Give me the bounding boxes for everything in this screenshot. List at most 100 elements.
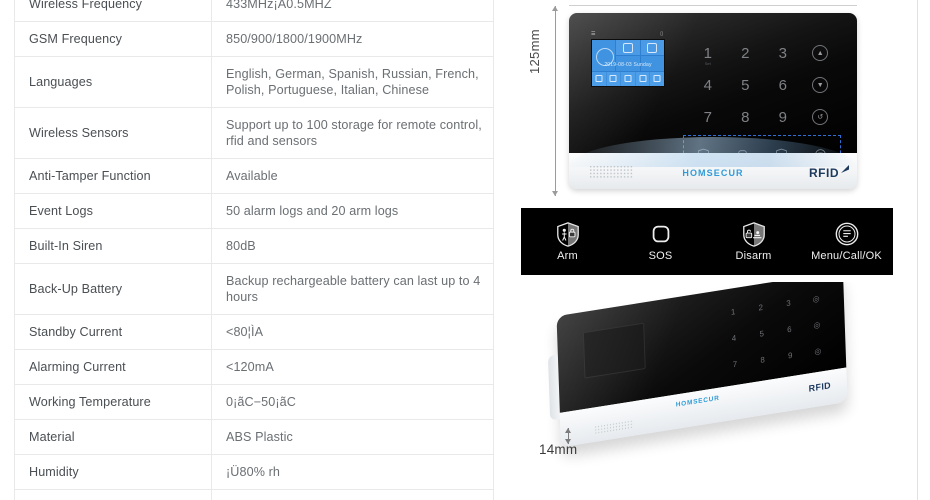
spec-label: Humidity xyxy=(14,454,212,490)
banner-item-arm-label: Arm xyxy=(557,250,578,262)
spec-value: ¡Ü80% rh xyxy=(211,454,494,490)
key-down[interactable]: ▼ xyxy=(802,69,840,101)
spec-value: Support up to 100 storage for remote con… xyxy=(211,107,494,159)
key-6[interactable]: 6 xyxy=(764,69,802,101)
spec-label: External Siren xyxy=(14,489,212,500)
spec-label: Event Logs xyxy=(14,193,212,229)
signal-icon: ☰ xyxy=(591,31,596,37)
banner-item-sos[interactable]: SOS xyxy=(614,221,707,262)
alarm-panel-angled: 1 2 3 ◎ 4 5 6 ◎ 7 8 9 ◎ HOMSECUR RFID xyxy=(547,282,848,448)
spec-value: 80dB xyxy=(211,228,494,264)
banner-item-disarm-label: Disarm xyxy=(735,250,772,262)
key-1-sublabel: Set xyxy=(704,61,711,66)
banner-item-arm[interactable]: Arm xyxy=(521,221,614,262)
key-back-angled[interactable]: ◎ xyxy=(804,335,833,366)
spec-label: Anti-Tamper Function xyxy=(14,158,212,194)
banner-item-menu-label: Menu/Call/OK xyxy=(811,250,882,262)
banner-item-sos-label: SOS xyxy=(648,250,673,262)
key-1[interactable]: 1 Set xyxy=(689,37,727,69)
specification-table-container: Wireless Frequency 433MHz¡À0.5MHZ GSM Freq… xyxy=(14,0,494,500)
dimension-label-thickness: 14mm xyxy=(539,442,578,457)
lcd-shortcut-strip xyxy=(592,72,664,86)
circle-menu-icon xyxy=(835,222,858,246)
product-photo-angled-view: 1 2 3 ◎ 4 5 6 ◎ 7 8 9 ◎ HOMSECUR RFID 14… xyxy=(521,282,893,498)
spec-value: <80¦ÌA xyxy=(211,314,494,350)
alarm-panel-front: ☰ ▯ 2019-08-03 Sunday 1 Set 2 3 ▲ 4 5 6 … xyxy=(569,13,857,189)
spec-value: 50 alarm logs and 20 arm logs xyxy=(211,193,494,229)
lcd-shortcut-call-icon xyxy=(592,72,606,86)
lcd-status-bar: ☰ ▯ xyxy=(591,30,663,38)
table-row: Anti-Tamper Function Available xyxy=(14,158,494,194)
key-2[interactable]: 2 xyxy=(727,37,765,69)
spec-value: Unlimited wireless flash sirens and one … xyxy=(211,489,494,500)
spec-label: Working Temperature xyxy=(14,384,212,420)
banner-item-menu[interactable]: Menu/Call/OK xyxy=(800,221,893,262)
touch-keypad[interactable]: 1 Set 2 3 ▲ 4 5 6 ▼ 7 8 9 ↺ xyxy=(689,37,839,133)
lcd-date-text: 2019-08-03 Sunday xyxy=(604,62,652,68)
key-8[interactable]: 8 xyxy=(727,101,765,133)
spec-value: 850/900/1800/1900MHz xyxy=(211,21,494,57)
touch-keypad-angled[interactable]: 1 2 3 ◎ 4 5 6 ◎ 7 8 9 ◎ xyxy=(719,283,832,379)
rfid-badge-angled: RFID xyxy=(808,380,832,394)
key-5[interactable]: 5 xyxy=(727,69,765,101)
spec-label: Material xyxy=(14,419,212,455)
spec-label: Wireless Sensors xyxy=(14,107,212,159)
key-9-angled[interactable]: 9 xyxy=(776,340,805,371)
table-row: Alarming Current <120mA xyxy=(14,349,494,385)
table-row: Wireless Frequency 433MHz¡À0.5MHZ xyxy=(14,0,494,22)
brand-logo-homsecur-angled: HOMSECUR xyxy=(675,394,720,409)
lcd-screen-angled xyxy=(582,322,646,379)
function-icon-row: Arm SOS Disarm Menu/Call/OK xyxy=(521,208,893,275)
key-up[interactable]: ▲ xyxy=(802,37,840,69)
spec-value: <120mA xyxy=(211,349,494,385)
spec-value: ABS Plastic xyxy=(211,419,494,455)
table-row: GSM Frequency 850/900/1800/1900MHz xyxy=(14,21,494,57)
speaker-grille xyxy=(589,165,633,178)
table-row: Material ABS Plastic xyxy=(14,419,494,455)
key-7[interactable]: 7 xyxy=(689,101,727,133)
table-row: Event Logs 50 alarm logs and 20 arm logs xyxy=(14,193,494,229)
spec-label: Alarming Current xyxy=(14,349,212,385)
table-row: External SirenUnlimited wireless flash s… xyxy=(14,489,494,500)
table-row: Built-In Siren 80dB xyxy=(14,228,494,264)
shield-unlock-icon xyxy=(742,222,765,247)
speaker-grille-angled xyxy=(594,419,634,435)
product-image-column: 125mm ☰ ▯ 2019-08-03 Sunday 1 Set 2 3 ▲ … xyxy=(500,0,917,500)
key-4[interactable]: 4 xyxy=(689,69,727,101)
page-right-rule xyxy=(917,0,918,500)
table-row: Languages English, German, Spanish, Russi… xyxy=(14,56,494,108)
specification-table: Wireless Frequency 433MHz¡À0.5MHZ GSM Freq… xyxy=(14,0,494,500)
lcd-shortcut-lock-icon xyxy=(606,72,621,86)
spec-label: Wireless Frequency xyxy=(14,0,212,22)
dimension-guide-horizontal xyxy=(569,5,857,6)
shield-person-lock-icon xyxy=(556,222,579,247)
key-8-angled[interactable]: 8 xyxy=(748,344,777,375)
banner-item-disarm[interactable]: Disarm xyxy=(707,221,800,262)
function-icon-banner: Arm SOS Disarm Menu/Call/OK xyxy=(521,208,893,275)
key-back[interactable]: ↺ xyxy=(802,101,840,133)
lcd-shortcut-unlock-icon xyxy=(635,72,650,86)
spec-label: Built-In Siren xyxy=(14,228,212,264)
spec-label: Languages xyxy=(14,56,212,108)
lcd-away-tile xyxy=(640,40,664,55)
product-photo-front-view: 125mm ☰ ▯ 2019-08-03 Sunday 1 Set 2 3 ▲ … xyxy=(521,2,893,198)
key-9[interactable]: 9 xyxy=(764,101,802,133)
brand-logo-homsecur: HOMSECUR xyxy=(682,168,744,178)
spec-value: Backup rechargeable battery can last up … xyxy=(211,263,494,315)
table-row: Working Temperature 0¡ãC−50¡ãC xyxy=(14,384,494,420)
spec-value: 0¡ãC−50¡ãC xyxy=(211,384,494,420)
spec-label: Standby Current xyxy=(14,314,212,350)
lcd-disarmed-tile xyxy=(616,40,640,55)
spec-value: 433MHz¡À0.5MHZ xyxy=(211,0,494,22)
spec-label: GSM Frequency xyxy=(14,21,212,57)
dimension-arrow-height xyxy=(552,6,558,196)
lcd-shortcut-sms-icon xyxy=(621,72,635,86)
spec-label: Back-Up Battery xyxy=(14,263,212,315)
battery-icon: ▯ xyxy=(660,31,663,37)
dimension-label-height: 125mm xyxy=(527,29,542,74)
key-7-angled[interactable]: 7 xyxy=(721,349,750,380)
rfid-wave-icon xyxy=(841,165,849,173)
key-3[interactable]: 3 xyxy=(764,37,802,69)
table-row: Humidity ¡Ü80% rh xyxy=(14,454,494,490)
spec-value: Available xyxy=(211,158,494,194)
